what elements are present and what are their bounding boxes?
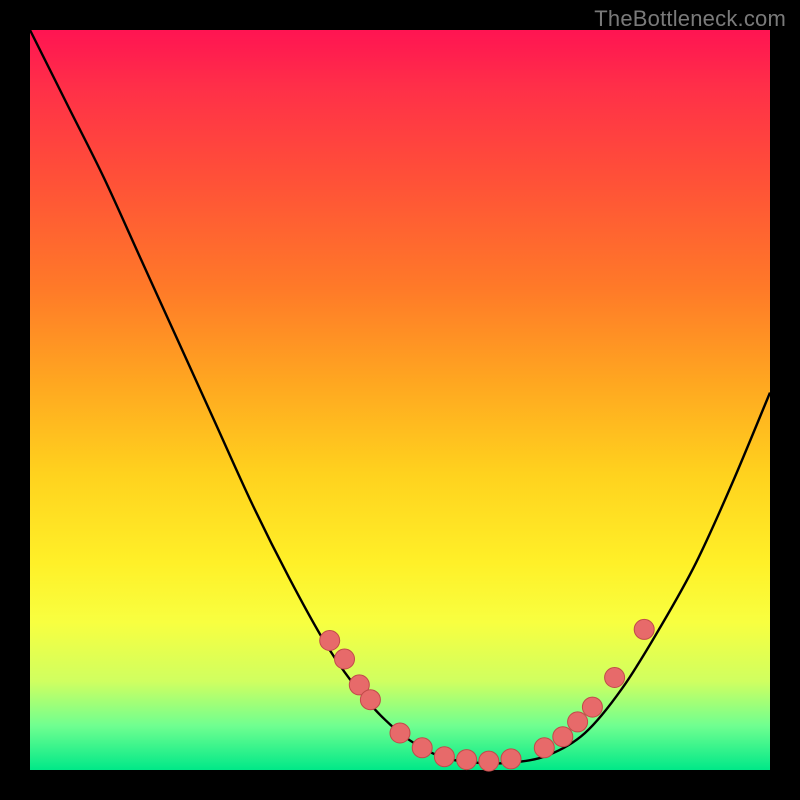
data-dot <box>390 723 410 743</box>
data-dot <box>335 649 355 669</box>
chart-frame: TheBottleneck.com <box>0 0 800 800</box>
plot-area <box>30 30 770 770</box>
data-dot <box>479 751 499 771</box>
data-dot <box>605 668 625 688</box>
data-dot <box>412 738 432 758</box>
data-dot <box>320 631 340 651</box>
data-dot <box>434 747 454 767</box>
data-dot <box>568 712 588 732</box>
data-dot <box>582 697 602 717</box>
curve-layer <box>30 30 770 770</box>
data-dots-group <box>320 619 655 771</box>
data-dot <box>534 738 554 758</box>
data-dot <box>501 749 521 769</box>
data-dot <box>553 727 573 747</box>
data-dot <box>457 750 477 770</box>
data-dot <box>360 690 380 710</box>
data-dot <box>634 619 654 639</box>
bottleneck-curve <box>30 30 770 764</box>
watermark-text: TheBottleneck.com <box>594 6 786 32</box>
